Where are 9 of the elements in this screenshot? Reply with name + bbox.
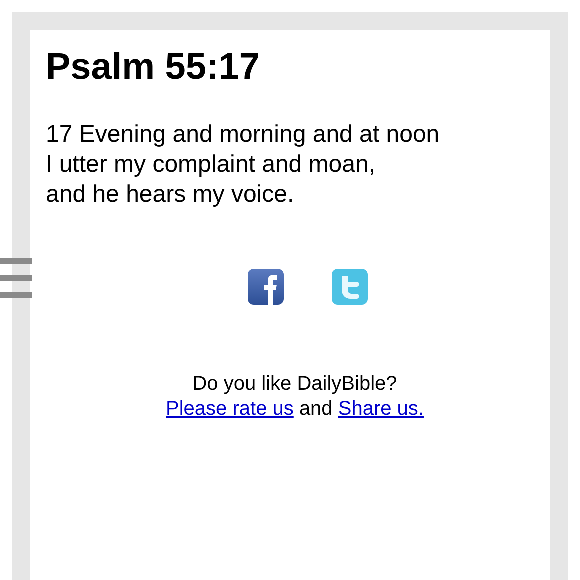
rate-share-sentence: Please rate us and Share us. — [166, 397, 424, 422]
letter-f-icon[interactable] — [247, 268, 285, 306]
verse-title: Psalm 55:17 — [46, 45, 261, 89]
share-link[interactable]: Share us. — [338, 398, 424, 420]
rate-link[interactable]: Please rate us — [166, 398, 294, 420]
bird-icon[interactable] — [331, 268, 369, 306]
menu-icon[interactable] — [0, 258, 32, 298]
question-text: Do you like DailyBible? — [192, 372, 398, 398]
verse-text: 17 Evening and morning and at noon I utter my complaint and moan, and he hears my voice. — [46, 120, 441, 210]
